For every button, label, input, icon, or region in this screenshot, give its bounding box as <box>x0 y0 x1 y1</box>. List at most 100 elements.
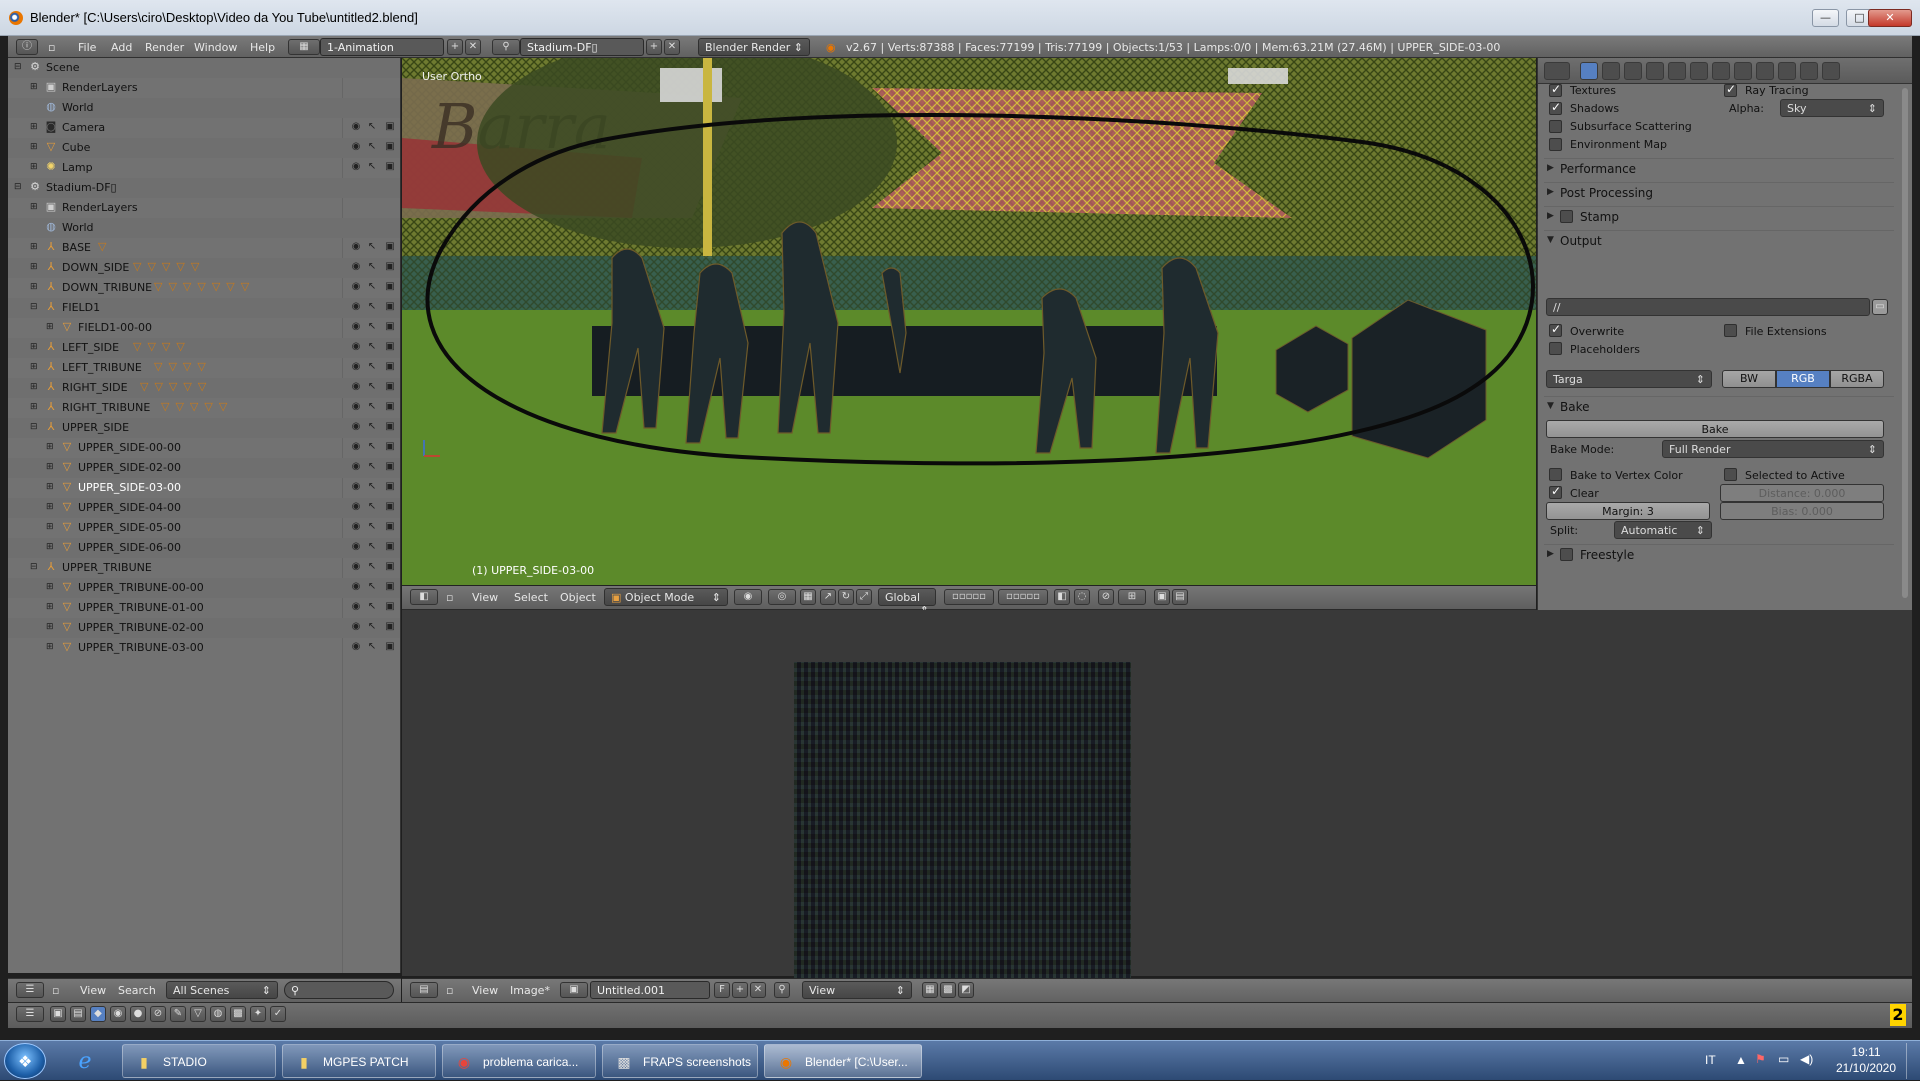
timeline-icon-10[interactable]: ▩ <box>230 1006 246 1022</box>
eye-icon[interactable]: ◉ <box>350 401 362 413</box>
unlink-image-icon[interactable]: ✕ <box>750 982 766 998</box>
expand-toggle-icon[interactable]: ⊞ <box>46 462 56 472</box>
pivot-icon[interactable]: ◎ <box>768 589 796 605</box>
world-tab-icon[interactable] <box>1646 62 1664 80</box>
outliner-row[interactable]: ⊞ ▽ FIELD1-00-00 ◉ ↖ ▣ <box>8 318 400 338</box>
expand-toggle-icon[interactable]: ⊞ <box>30 202 40 212</box>
timeline-editor-icon[interactable]: ☰ <box>16 1006 44 1022</box>
cursor-select-icon[interactable]: ↖ <box>366 561 378 573</box>
outliner-row[interactable]: ⊞ ▽ UPPER_SIDE-04-00 ◉ ↖ ▣ <box>8 498 400 518</box>
eye-icon[interactable]: ◉ <box>350 601 362 613</box>
render-icon[interactable]: ▣ <box>384 421 396 433</box>
manipulator-toggle-icon[interactable]: ▦ <box>800 589 816 605</box>
ie-launcher[interactable]: ℯ <box>64 1044 114 1078</box>
outliner-row[interactable]: ⊞ ▽ UPPER_SIDE-03-00 ◉ ↖ ▣ <box>8 478 400 498</box>
outliner-view-menu[interactable]: View <box>80 984 106 997</box>
bake-section[interactable]: ▼ Bake <box>1544 396 1894 416</box>
cursor-select-icon[interactable]: ↖ <box>366 581 378 593</box>
performance-section[interactable]: ▶ Performance <box>1544 158 1894 178</box>
add-scene-icon[interactable]: + <box>646 39 662 55</box>
cursor-select-icon[interactable]: ↖ <box>366 441 378 453</box>
outliner-row[interactable]: ⊟ ⅄ UPPER_TRIBUNE ◉ ↖ ▣ <box>8 558 400 578</box>
render-icon[interactable]: ▣ <box>384 241 396 253</box>
cursor-select-icon[interactable]: ↖ <box>366 401 378 413</box>
editor-type-icon[interactable]: ⓘ <box>16 39 38 55</box>
outliner-row[interactable]: ◍ World <box>8 218 400 238</box>
data-tab-icon[interactable] <box>1734 62 1752 80</box>
timeline-icon-1[interactable]: ▣ <box>50 1006 66 1022</box>
output-section[interactable]: ▼ Output <box>1544 230 1894 250</box>
outliner-row[interactable]: ⊟ ⅄ FIELD1 ◉ ↖ ▣ <box>8 298 400 318</box>
expand-toggle-icon[interactable]: ⊞ <box>46 482 56 492</box>
clock-time[interactable]: 19:11 <box>1836 1045 1896 1059</box>
expand-toggle-icon[interactable]: ⊞ <box>46 522 56 532</box>
eye-icon[interactable]: ◉ <box>350 301 362 313</box>
outliner-row[interactable]: ⊞ ▽ UPPER_TRIBUNE-02-00 ◉ ↖ ▣ <box>8 618 400 638</box>
render-icon[interactable]: ▣ <box>384 261 396 273</box>
outliner-row[interactable]: ⊞ ⅄ RIGHT_TRIBUNE ▽▽▽▽▽ ◉ ↖ ▣ <box>8 398 400 418</box>
outliner-row[interactable]: ⊞ ◙ Camera ◉ ↖ ▣ <box>8 118 400 138</box>
proportional-edit-icon[interactable]: ◌ <box>1074 589 1090 605</box>
cursor-select-icon[interactable]: ↖ <box>366 281 378 293</box>
outliner-row[interactable]: ⊞ ▽ UPPER_TRIBUNE-00-00 ◉ ↖ ▣ <box>8 578 400 598</box>
image-browse-icon[interactable]: ▣ <box>560 982 588 998</box>
pin-icon[interactable]: ⚲ <box>774 982 790 998</box>
cursor-select-icon[interactable]: ↖ <box>366 361 378 373</box>
outliner-row[interactable]: ⊞ ⅄ LEFT_TRIBUNE ▽▽▽▽ ◉ ↖ ▣ <box>8 358 400 378</box>
cursor-select-icon[interactable]: ↖ <box>366 461 378 473</box>
fake-user-button[interactable]: F <box>714 982 730 998</box>
eye-icon[interactable]: ◉ <box>350 561 362 573</box>
shadows-checkbox[interactable] <box>1549 100 1562 115</box>
cursor-select-icon[interactable]: ↖ <box>366 501 378 513</box>
constraints-tab-icon[interactable] <box>1690 62 1708 80</box>
stamp-checkbox[interactable] <box>1560 210 1573 223</box>
outliner-search-menu[interactable]: Search <box>118 984 156 997</box>
expand-toggle-icon[interactable]: ⊞ <box>30 142 40 152</box>
cursor-select-icon[interactable]: ↖ <box>366 341 378 353</box>
viewport-object-menu[interactable]: Object <box>560 591 596 604</box>
expand-toggle-icon[interactable]: ⊞ <box>30 162 40 172</box>
alpha-channel-icon[interactable]: ▩ <box>940 982 956 998</box>
render-icon[interactable]: ▣ <box>384 121 396 133</box>
cursor-select-icon[interactable]: ↖ <box>366 381 378 393</box>
cursor-select-icon[interactable]: ↖ <box>366 521 378 533</box>
remove-scene-icon[interactable]: ✕ <box>664 39 680 55</box>
freestyle-section[interactable]: ▶ Freestyle <box>1544 544 1894 564</box>
collapse-toggle-icon[interactable]: ⊟ <box>14 62 24 72</box>
particles-tab-icon[interactable] <box>1800 62 1818 80</box>
render-icon[interactable]: ▣ <box>384 521 396 533</box>
minimize-button[interactable]: — <box>1812 9 1839 27</box>
image-editor-type-icon[interactable]: ▤ <box>410 982 438 998</box>
color-mode-bw[interactable]: BW <box>1722 370 1776 388</box>
timeline-icon-11[interactable]: ✦ <box>250 1006 266 1022</box>
start-button[interactable]: ❖ <box>4 1043 46 1079</box>
eye-icon[interactable]: ◉ <box>350 321 362 333</box>
eye-icon[interactable]: ◉ <box>350 621 362 633</box>
cursor-select-icon[interactable]: ↖ <box>366 541 378 553</box>
cursor-select-icon[interactable]: ↖ <box>366 481 378 493</box>
timeline-icon-9[interactable]: ◍ <box>210 1006 226 1022</box>
outliner-row[interactable]: ⊟ ⚙ Scene <box>8 58 400 78</box>
menu-collapse-icon[interactable]: ▫ <box>48 41 55 54</box>
timeline-icon-6[interactable]: ⊘ <box>150 1006 166 1022</box>
margin-field[interactable]: Margin: 3 <box>1546 502 1710 520</box>
eye-icon[interactable]: ◉ <box>350 241 362 253</box>
outliner-search-input[interactable]: ⚲ <box>284 981 394 999</box>
outliner-row[interactable]: ⊞ ▽ UPPER_SIDE-06-00 ◉ ↖ ▣ <box>8 538 400 558</box>
folder-browse-icon[interactable]: ▭ <box>1872 299 1888 315</box>
bake-mode-dropdown[interactable]: Full Render ⇕ <box>1662 440 1884 458</box>
render-icon[interactable]: ▣ <box>384 381 396 393</box>
image-editor-collapse-icon[interactable]: ▫ <box>446 984 453 997</box>
viewport-select-menu[interactable]: Select <box>514 591 548 604</box>
render-icon[interactable]: ▣ <box>384 561 396 573</box>
alpha-dropdown[interactable]: Sky ⇕ <box>1780 99 1884 117</box>
file-extensions-checkbox[interactable] <box>1724 324 1737 337</box>
menu-render[interactable]: Render <box>145 41 184 54</box>
image-name-field[interactable]: Untitled.001 <box>590 981 710 999</box>
selected-to-active-checkbox[interactable] <box>1724 468 1737 481</box>
outliner-display-dropdown[interactable]: All Scenes ⇕ <box>166 981 278 999</box>
expand-toggle-icon[interactable]: ⊞ <box>46 602 56 612</box>
screen-layout-field[interactable]: 1-Animation <box>320 38 444 56</box>
eye-icon[interactable]: ◉ <box>350 461 362 473</box>
image-view-menu[interactable]: View <box>472 984 498 997</box>
